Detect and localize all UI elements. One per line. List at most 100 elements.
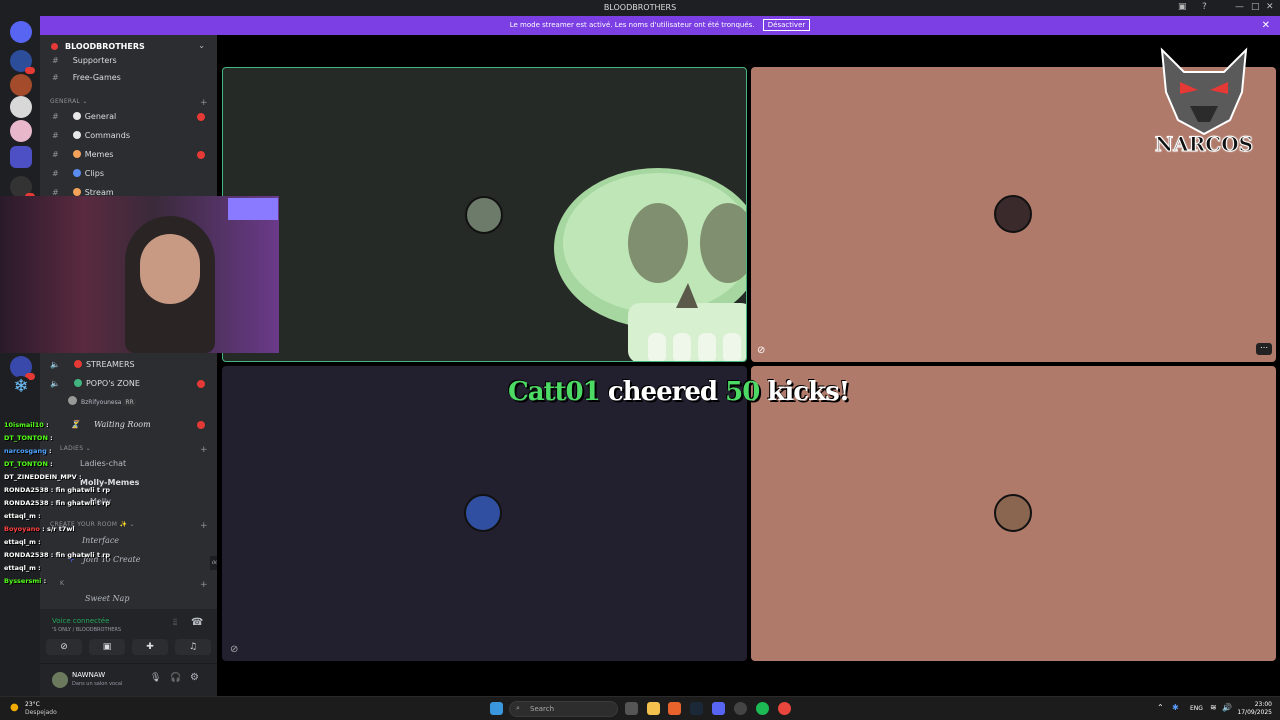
wifi-icon[interactable]: ≋ xyxy=(1210,703,1217,712)
chevron-down-icon: ⌄ xyxy=(198,41,205,50)
avatar[interactable] xyxy=(52,672,68,688)
home-button[interactable] xyxy=(10,21,32,43)
chat-text: s/r t7wl xyxy=(46,525,75,533)
server-icon[interactable] xyxy=(10,356,35,380)
minimize-button[interactable]: — xyxy=(1235,2,1244,12)
chat-message: RONDA2538 : fin ghatwli t rp xyxy=(4,486,110,494)
file-explorer-icon[interactable] xyxy=(647,702,660,715)
channel-waiting-room[interactable]: ⏳ Waiting Room xyxy=(50,418,215,432)
chat-username: RONDA2538 xyxy=(4,551,49,559)
avatar xyxy=(994,195,1032,233)
folder-icon[interactable] xyxy=(10,146,32,168)
disconnect-icon[interactable]: ☎ xyxy=(191,617,203,628)
spotify-icon[interactable] xyxy=(756,702,769,715)
category-general[interactable]: GENERAL ⌄ + xyxy=(50,98,208,108)
headphones-icon[interactable]: 🎧 xyxy=(170,673,181,683)
signal-icon[interactable]: ⦙⦙ xyxy=(173,618,177,628)
app-icon[interactable] xyxy=(668,702,681,715)
window-titlebar: BLOODBROTHERS ▣ ? — □ ✕ xyxy=(0,0,1280,16)
channel-commands[interactable]: # Commands xyxy=(50,129,215,143)
close-icon[interactable]: ✕ xyxy=(1262,16,1270,35)
settings-icon[interactable] xyxy=(734,702,747,715)
bluetooth-icon[interactable]: ✱ xyxy=(1172,703,1179,712)
add-channel-icon[interactable]: + xyxy=(200,98,208,108)
chat-text: fin ghatwli t rp xyxy=(55,499,111,507)
activity-button[interactable]: ✚ xyxy=(132,639,168,655)
task-view-icon[interactable] xyxy=(625,702,638,715)
inbox-icon[interactable]: ▣ xyxy=(1178,2,1187,12)
user-status: Dans un salon vocal xyxy=(72,681,123,687)
chat-message: DT_ZINEDDEIN_MPV : xyxy=(4,473,82,481)
channel-memes[interactable]: # Memes xyxy=(50,148,215,162)
weather-temp[interactable]: 23°C xyxy=(25,701,40,708)
more-options-icon[interactable]: ⋯ xyxy=(1256,343,1272,355)
category-ladies[interactable]: LADIES ⌄ + xyxy=(60,445,208,455)
participant-tile[interactable]: ⊘ xyxy=(222,366,747,661)
server-rail: ❄ xyxy=(0,16,40,696)
weather-icon[interactable]: ● xyxy=(10,702,19,713)
participant-tile-active[interactable] xyxy=(222,67,747,362)
hash-icon: # xyxy=(52,150,59,159)
close-window-button[interactable]: ✕ xyxy=(1266,2,1274,12)
steam-icon[interactable] xyxy=(690,702,703,715)
maximize-button[interactable]: □ xyxy=(1251,2,1260,12)
microphone-icon[interactable]: 🎙 xyxy=(150,673,161,683)
emoji-icon xyxy=(72,150,81,158)
channel-label: POPO's ZONE xyxy=(85,379,140,388)
snowflake-icon[interactable]: ❄ xyxy=(10,376,32,398)
clock-time[interactable]: 23:00 xyxy=(1240,701,1272,708)
voice-channel-popos-zone[interactable]: 🔈 POPO's ZONE xyxy=(50,377,215,391)
webcam-light xyxy=(228,198,278,220)
camera-off-button[interactable]: ⊘ xyxy=(46,639,82,655)
channel-clips[interactable]: # Clips xyxy=(50,167,215,181)
server-icon[interactable] xyxy=(10,120,32,142)
category-label: GENERAL xyxy=(50,98,81,105)
server-icon[interactable] xyxy=(10,50,35,74)
screen-share-button[interactable]: ▣ xyxy=(89,639,125,655)
narcos-wolf-logo: NARCOS xyxy=(1150,42,1258,160)
chat-separator: : xyxy=(41,577,47,585)
banner-text: Le mode streamer est activé. Les noms d'… xyxy=(509,21,755,29)
hash-icon: # xyxy=(52,131,59,140)
clock-date[interactable]: 17/09/2025 xyxy=(1236,709,1272,716)
channel-label: Interface xyxy=(82,536,120,545)
channel-free-games[interactable]: # Free-Games xyxy=(50,71,215,85)
add-channel-icon[interactable]: + xyxy=(200,521,208,531)
chat-separator: : xyxy=(47,460,53,468)
server-icon[interactable] xyxy=(10,176,35,200)
category-k[interactable]: K + xyxy=(60,580,208,590)
soundboard-button[interactable]: ♫ xyxy=(175,639,211,655)
input-language[interactable]: ENG xyxy=(1190,705,1203,712)
add-channel-icon[interactable]: + xyxy=(200,445,208,455)
chat-separator: : xyxy=(47,434,53,442)
channel-general[interactable]: # General xyxy=(50,110,215,124)
username: NAWNAW xyxy=(72,671,106,679)
user-panel: NAWNAW Dans un salon vocal 🎙 🎧 ⚙ xyxy=(40,663,217,696)
channel-supporters[interactable]: # Supporters xyxy=(50,54,215,68)
taskbar: ● 23°C Despejado ⌕ Search ⌃ ✱ ENG ≋ 🔊 23… xyxy=(0,696,1280,720)
help-icon[interactable]: ? xyxy=(1202,2,1207,12)
voice-user-name: BzRifyounesa xyxy=(81,399,122,406)
server-icon[interactable] xyxy=(10,74,32,96)
server-icon[interactable] xyxy=(10,96,32,118)
status-icon xyxy=(73,379,82,387)
user-tag: RR xyxy=(123,399,136,406)
voice-user[interactable]: BzRifyounesa RR xyxy=(68,396,233,410)
cheer-verb: cheered xyxy=(607,377,718,407)
settings-gear-icon[interactable]: ⚙ xyxy=(190,672,199,683)
logo-text: NARCOS xyxy=(1154,132,1254,157)
taskbar-search[interactable]: ⌕ Search xyxy=(509,701,618,717)
channel-label: General xyxy=(84,112,117,121)
participant-tile[interactable] xyxy=(751,366,1276,661)
streamer-mode-banner: Le mode streamer est activé. Les noms d'… xyxy=(40,16,1280,35)
disable-streamer-mode-button[interactable]: Désactiver xyxy=(762,19,811,31)
volume-icon[interactable]: 🔊 xyxy=(1222,703,1232,712)
chevron-up-icon[interactable]: ⌃ xyxy=(1157,703,1164,712)
chrome-icon[interactable] xyxy=(778,702,791,715)
discord-icon[interactable] xyxy=(712,702,725,715)
add-channel-icon[interactable]: + xyxy=(200,580,208,590)
unread-badge xyxy=(197,113,205,121)
windows-start-icon[interactable] xyxy=(490,702,503,715)
chat-separator: : xyxy=(48,551,56,559)
voice-channel-streamers[interactable]: 🔈 STREAMERS xyxy=(50,358,215,372)
